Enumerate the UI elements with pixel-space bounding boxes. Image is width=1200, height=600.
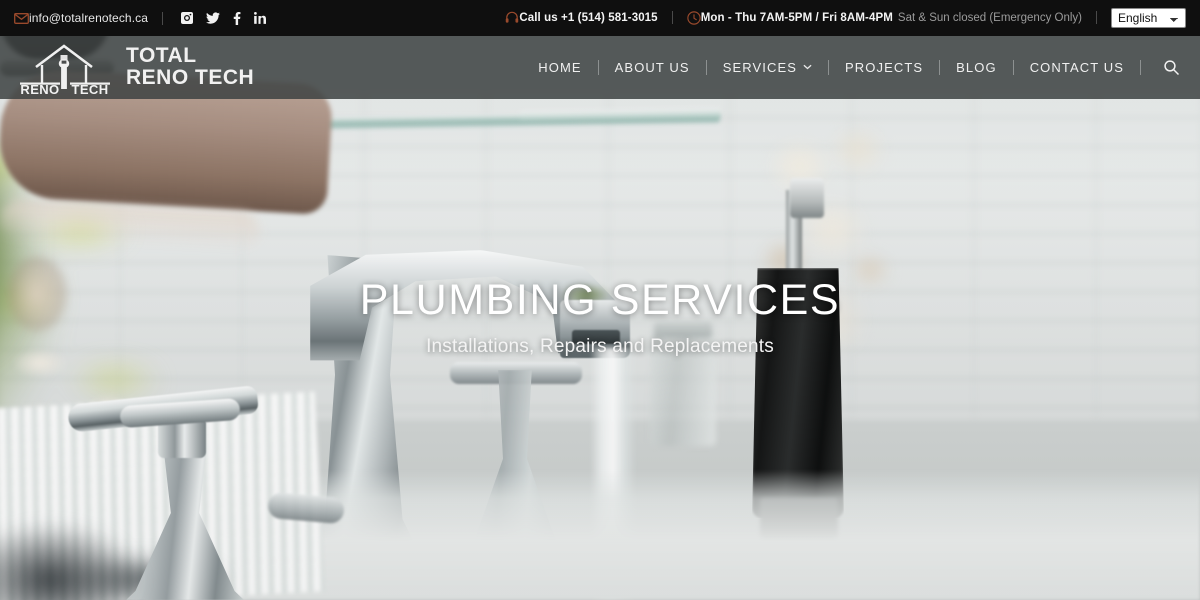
top-utility-bar: info@totalrenotech.ca Call us +1 (514) 5… (0, 0, 1200, 36)
primary-navigation: HOME ABOUT US SERVICES PROJECTS BLOG CON… (522, 55, 1200, 80)
clock-icon (686, 11, 701, 25)
envelope-icon (14, 12, 29, 24)
facebook-icon[interactable] (233, 11, 241, 25)
main-header-bar: RENO TECH TOTAL RENO TECH HOME ABOUT US … (0, 36, 1200, 99)
brand-line-1: TOTAL (126, 44, 197, 68)
instagram-icon[interactable] (181, 12, 194, 24)
divider (671, 11, 673, 25)
nav-divider (1140, 60, 1141, 75)
divider (1096, 11, 1097, 25)
svg-text:RENO: RENO (20, 82, 59, 95)
headset-icon (505, 11, 519, 24)
nav-label: ABOUT US (614, 60, 690, 75)
svg-text:TECH: TECH (72, 82, 109, 95)
business-hours-note: Sat & Sun closed (Emergency Only) (897, 11, 1082, 24)
nav-label: CONTACT US (1029, 60, 1124, 75)
nav-label: SERVICES (722, 60, 797, 75)
linkedin-icon[interactable] (254, 12, 267, 24)
site-logo[interactable]: RENO TECH TOTAL RENO TECH (0, 41, 254, 97)
chevron-down-icon (803, 63, 812, 72)
twitter-icon[interactable] (206, 12, 221, 24)
nav-item-services[interactable]: SERVICES (707, 60, 828, 75)
house-wrench-logo-icon: RENO TECH (14, 41, 114, 97)
nav-label: BLOG (956, 60, 997, 75)
business-hours: Mon - Thu 7AM-5PM / Fri 8AM-4PM (700, 11, 893, 24)
search-icon[interactable] (1159, 55, 1184, 80)
nav-item-about-us[interactable]: ABOUT US (599, 60, 706, 75)
nav-item-blog[interactable]: BLOG (940, 60, 1013, 75)
social-links (181, 11, 267, 25)
email-link[interactable]: info@totalrenotech.ca (29, 11, 148, 25)
brand-wordmark: TOTAL RENO TECH (126, 46, 254, 88)
brand-line-2: RENO TECH (126, 66, 255, 89)
page-root: PLUMBING SERVICES Installations, Repairs… (0, 0, 1200, 600)
language-selector[interactable]: English Français (1111, 7, 1186, 29)
divider (162, 11, 164, 25)
nav-item-home[interactable]: HOME (522, 60, 597, 75)
nav-label: HOME (538, 60, 582, 75)
nav-label: PROJECTS (845, 60, 924, 75)
nav-item-contact-us[interactable]: CONTACT US (1014, 60, 1140, 75)
phone-label[interactable]: Call us +1 (514) 581-3015 (519, 12, 657, 24)
top-bar-right-group: Call us +1 (514) 581-3015 Mon - Thu 7AM-… (505, 7, 1186, 29)
nav-item-projects[interactable]: PROJECTS (829, 60, 939, 75)
top-bar-left-group: info@totalrenotech.ca (14, 11, 267, 25)
